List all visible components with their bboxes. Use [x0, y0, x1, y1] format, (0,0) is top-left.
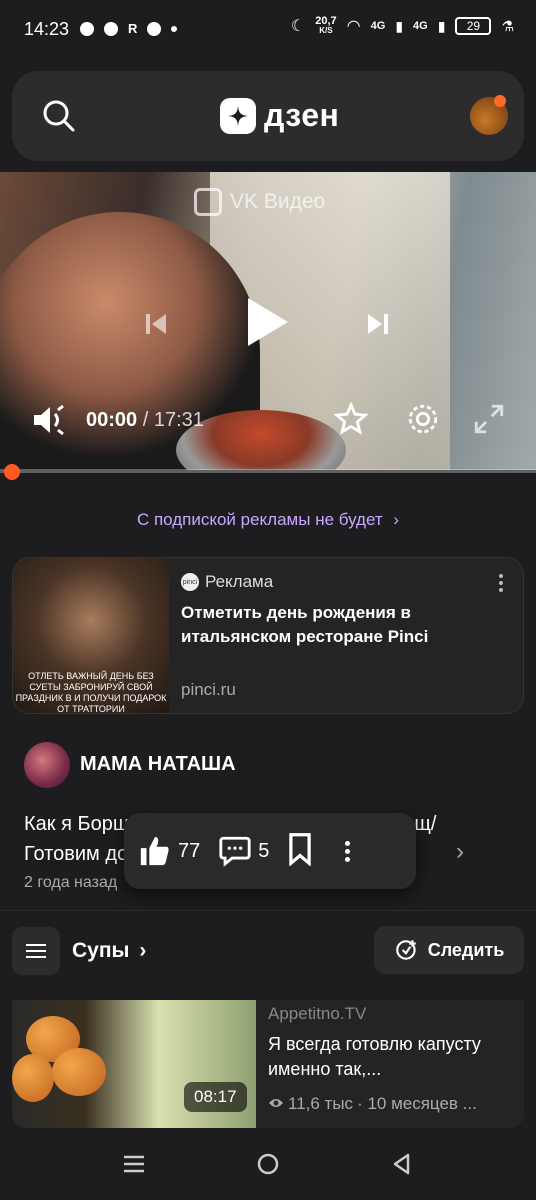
- notification-dot: [494, 95, 506, 107]
- post-action-bar: 77 5: [124, 813, 416, 889]
- channel-avatar[interactable]: [24, 742, 70, 788]
- chevron-right-icon[interactable]: ›: [456, 838, 464, 866]
- follow-button[interactable]: Следить: [374, 926, 524, 974]
- like-count: 77: [178, 839, 201, 862]
- follow-plus-icon: [395, 940, 416, 960]
- system-icons: ☾ 20,7 K/S ◠ 4G ▮ 4G ▮ 29 ⚗: [291, 16, 514, 36]
- moon-icon: ☾: [290, 18, 306, 35]
- post-more-icon[interactable]: [345, 840, 351, 862]
- star-icon[interactable]: [333, 401, 369, 441]
- back-icon[interactable]: [390, 1152, 414, 1181]
- related-source[interactable]: Appetitno.TV: [268, 1004, 366, 1024]
- ad-image-caption: ОТЛЕТЬ ВАЖНЫЙ ДЕНЬ БЕЗ СУЕТЫ ЗАБРОНИРУЙ …: [15, 671, 167, 714]
- logo-text: дзен: [264, 97, 340, 133]
- dzen-star-icon: [220, 97, 256, 134]
- related-video-card[interactable]: 08:17 Appetitno.TV Я всегда готовлю капу…: [12, 1000, 524, 1128]
- thumbs-up-icon: [140, 836, 169, 866]
- video-time: 00:00 / 17:31: [86, 409, 204, 431]
- related-title[interactable]: Я всегда готовлю капусту именно так,...: [268, 1032, 508, 1082]
- chat-icon: [80, 21, 94, 36]
- chevron-right-icon: ›: [139, 939, 147, 962]
- ad-card[interactable]: ОТЛЕТЬ ВАЖНЫЙ ДЕНЬ БЕЗ СУЕТЫ ЗАБРОНИРУЙ …: [12, 557, 524, 714]
- vk-video-logo-icon: [194, 188, 222, 216]
- eye-icon: [268, 1094, 284, 1114]
- next-icon[interactable]: [366, 312, 390, 341]
- channel-name[interactable]: МАМА НАТАША: [80, 753, 236, 776]
- comments-button[interactable]: 5: [218, 834, 269, 868]
- status-bar: 14:23 R ☾ 20,7 K/S ◠ 4G ▮ 4G ▮ 29 ⚗: [0, 0, 536, 60]
- ad-url[interactable]: pinci.ru: [181, 680, 236, 700]
- app-notification-icon: R: [128, 21, 138, 36]
- ad-image: ОТЛЕТЬ ВАЖНЫЙ ДЕНЬ БЕЗ СУЕТЫ ЗАБРОНИРУЙ …: [13, 558, 169, 714]
- fullscreen-icon[interactable]: [472, 402, 506, 441]
- ad-label: Реклама: [205, 572, 274, 591]
- app-header: дзен: [12, 71, 524, 161]
- play-icon[interactable]: [248, 298, 288, 346]
- more-dot-icon: [171, 25, 178, 32]
- volume-icon[interactable]: [30, 402, 66, 443]
- flask-icon: ⚗: [501, 17, 514, 34]
- like-button[interactable]: 77: [138, 834, 200, 868]
- signal-bars-icon-2: ▮: [437, 17, 446, 34]
- topic-bar: Супы › Следить: [0, 910, 536, 1000]
- dzen-logo[interactable]: дзен: [220, 97, 339, 134]
- related-meta: 11,6 тыс · 10 месяцев ...: [268, 1094, 477, 1114]
- video-progress-bar[interactable]: [0, 469, 536, 473]
- battery-icon: 29: [455, 17, 492, 35]
- ad-label-row: pinci Реклама: [181, 572, 273, 592]
- bookmark-icon[interactable]: [287, 832, 313, 871]
- pinci-logo-icon: pinci: [181, 573, 199, 591]
- network-speed: 20,7 K/S: [315, 15, 337, 36]
- comment-count: 5: [258, 839, 270, 862]
- post-date: 2 года назад: [24, 874, 118, 891]
- messenger-icon: [147, 21, 162, 36]
- previous-icon[interactable]: [144, 312, 168, 341]
- thumbnail-egg: [12, 1054, 54, 1102]
- notification-icons: R: [80, 21, 178, 36]
- thumbnail-egg: [52, 1048, 106, 1096]
- signal-bars-icon: ▮: [395, 17, 404, 34]
- comment-icon: [219, 836, 251, 867]
- signal-4g-icon: 4G: [370, 20, 386, 32]
- video-progress-handle[interactable]: [4, 464, 20, 480]
- recent-apps-icon[interactable]: [122, 1152, 146, 1181]
- system-nav-bar: [0, 1130, 536, 1200]
- status-time: 14:23: [24, 19, 70, 39]
- ad-more-icon[interactable]: [499, 574, 503, 592]
- video-duration-badge: 08:17: [184, 1082, 247, 1112]
- signal-4g-icon-2: 4G: [413, 20, 428, 32]
- chevron-right-icon: ›: [393, 510, 400, 529]
- telegram-icon: [104, 21, 118, 36]
- wifi-icon: ◠: [346, 18, 361, 35]
- subscription-promo-link[interactable]: С подпиской рекламы не будет ›: [0, 510, 536, 530]
- settings-gear-icon[interactable]: [406, 402, 440, 441]
- search-icon[interactable]: [42, 99, 76, 138]
- topic-link[interactable]: Супы ›: [72, 939, 146, 963]
- vk-video-watermark: VK Видео: [194, 188, 325, 216]
- ad-title[interactable]: Отметить день рождения в итальянском рес…: [181, 601, 511, 649]
- menu-button[interactable]: [12, 927, 60, 975]
- home-icon[interactable]: [256, 1152, 280, 1181]
